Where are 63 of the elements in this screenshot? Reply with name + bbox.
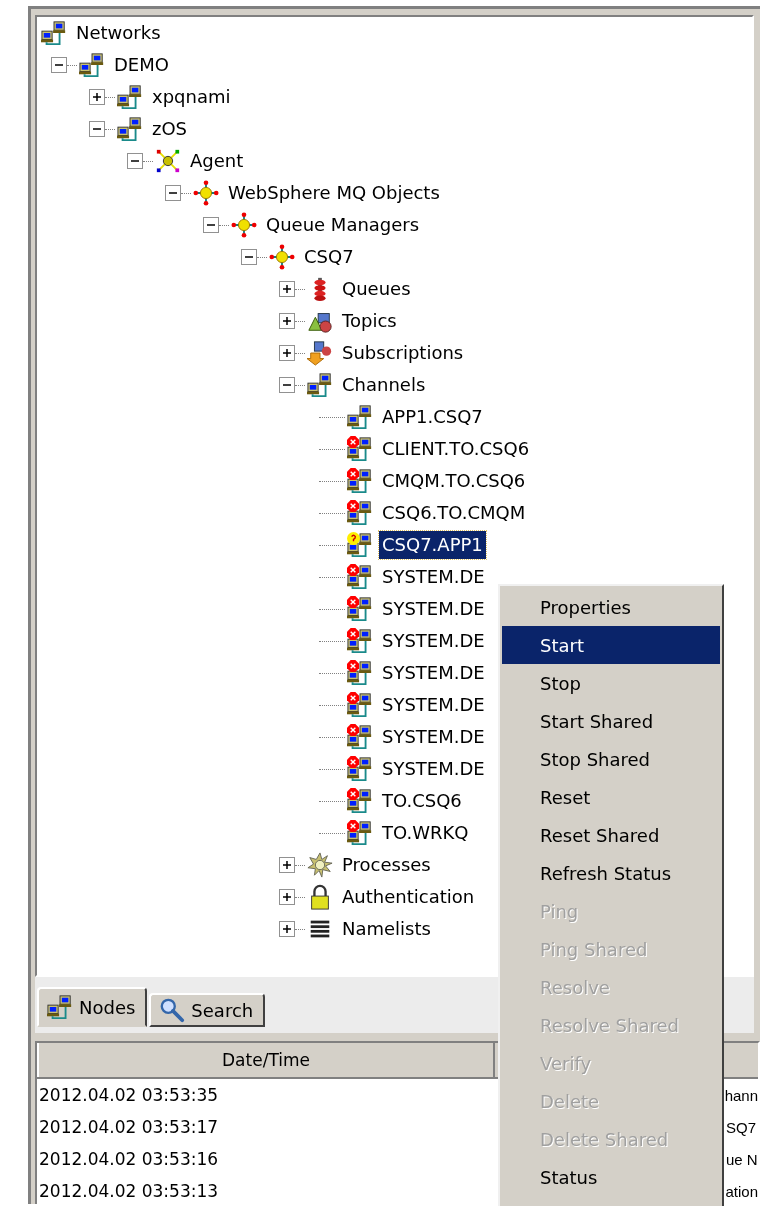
tree-item[interactable]: WebSphere MQ Objects	[225, 179, 443, 207]
tree-item[interactable]: SYSTEM.DE	[379, 659, 488, 687]
tree-item[interactable]: Authentication	[339, 883, 478, 911]
menu-item[interactable]: Refresh Status	[502, 854, 720, 892]
tab[interactable]: Nodes	[37, 987, 148, 1027]
collapse-icon[interactable]	[165, 185, 181, 201]
menu-item[interactable]: Stop	[502, 664, 720, 702]
table-cell-text: 2012.04.02 03:53:13	[38, 1181, 220, 1201]
tree-item[interactable]: SYSTEM.DE	[379, 691, 488, 719]
tree-item[interactable]: Queues	[339, 275, 414, 303]
tree-item[interactable]: CSQ7	[301, 243, 357, 271]
collapse-icon[interactable]	[241, 249, 257, 265]
table-cell: SQ7	[726, 1118, 756, 1136]
tree-item[interactable]: Networks	[73, 19, 164, 47]
menu-item[interactable]: Start Shared	[502, 702, 720, 740]
tree-item[interactable]: Processes	[339, 851, 434, 879]
table-cell: ue N	[726, 1150, 758, 1168]
expand-icon[interactable]	[279, 921, 295, 937]
tree-item[interactable]: CMQM.TO.CSQ6	[379, 467, 529, 495]
collapse-icon[interactable]	[89, 121, 105, 137]
tree-item[interactable]: CLIENT.TO.CSQ6	[379, 435, 533, 463]
tree-item[interactable]: CSQ6.TO.CMQM	[379, 499, 529, 527]
menu-item[interactable]: Reset Shared	[502, 816, 720, 854]
table-cell: ation	[725, 1182, 758, 1200]
column-header[interactable]: Date/Time	[37, 1043, 495, 1077]
table-cell-text: 2012.04.02 03:53:17	[38, 1117, 220, 1137]
expand-icon[interactable]	[279, 889, 295, 905]
tree-item[interactable]: SYSTEM.DE	[379, 595, 488, 623]
collapse-icon[interactable]	[51, 57, 67, 73]
tree-item[interactable]: SYSTEM.DE	[379, 627, 488, 655]
tree-item[interactable]: TO.CSQ6	[379, 787, 465, 815]
tree-item[interactable]: zOS	[149, 115, 191, 143]
expand-icon[interactable]	[279, 313, 295, 329]
expand-icon[interactable]	[89, 89, 105, 105]
tree-item[interactable]: Queue Managers	[263, 211, 423, 239]
tree-item[interactable]: Topics	[339, 307, 400, 335]
tree-item[interactable]: Channels	[339, 371, 429, 399]
table-cell: hann	[724, 1086, 758, 1104]
menu-item[interactable]: Start	[502, 626, 720, 664]
tree-item[interactable]: Subscriptions	[339, 339, 467, 367]
tree-item[interactable]: Agent	[187, 147, 247, 175]
tree-item[interactable]: xpqnami	[149, 83, 234, 111]
collapse-icon[interactable]	[127, 153, 143, 169]
menu-item[interactable]: Stop Shared	[502, 740, 720, 778]
expand-icon[interactable]	[279, 345, 295, 361]
tree-item[interactable]: DEMO	[111, 51, 172, 79]
tree-item[interactable]: SYSTEM.DE	[379, 563, 488, 591]
tree-item[interactable]: Namelists	[339, 915, 434, 943]
tab[interactable]: Search	[149, 993, 266, 1027]
menu-item[interactable]: Status	[502, 1158, 720, 1196]
tree-item[interactable]: SYSTEM.DE	[379, 755, 488, 783]
expand-icon[interactable]	[279, 281, 295, 297]
table-cell-text: 2012.04.02 03:53:16	[38, 1149, 220, 1169]
collapse-icon[interactable]	[203, 217, 219, 233]
tree-item[interactable]: APP1.CSQ7	[379, 403, 486, 431]
table-cell-text: 2012.04.02 03:53:35	[38, 1085, 220, 1105]
expand-icon[interactable]	[279, 857, 295, 873]
menu-item[interactable]: Reset	[502, 778, 720, 816]
tree-item[interactable]: CSQ7.APP1	[379, 531, 486, 559]
tree-item[interactable]: TO.WRKQ	[379, 819, 472, 847]
menu-item[interactable]: Properties	[502, 588, 720, 626]
tree-item[interactable]: SYSTEM.DE	[379, 723, 488, 751]
collapse-icon[interactable]	[279, 377, 295, 393]
